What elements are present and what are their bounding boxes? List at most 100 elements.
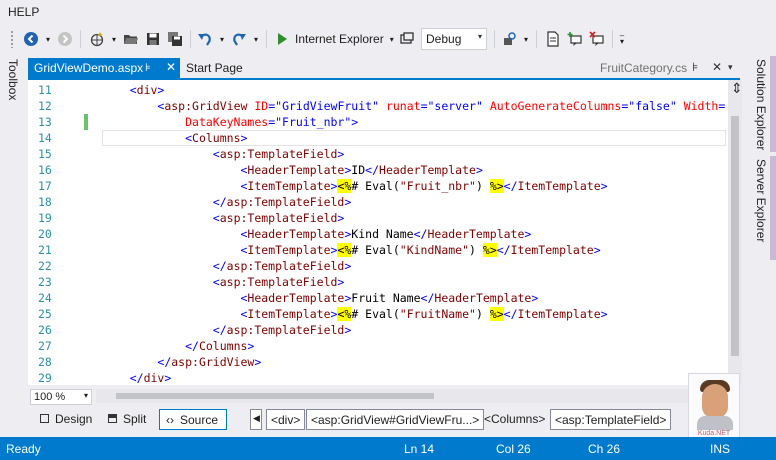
code-line[interactable]: 19 <asp:TemplateField> [28, 210, 728, 226]
code-line[interactable]: 23 <asp:TemplateField> [28, 274, 728, 290]
line-number: 27 [38, 339, 52, 353]
line-number: 24 [38, 291, 52, 305]
line-code[interactable]: </asp:TemplateField> [102, 322, 352, 338]
document-outline-icon[interactable] [542, 28, 564, 50]
status-char: Ch 26 [588, 442, 621, 456]
breadcrumb-columns[interactable]: <Columns> [480, 409, 549, 430]
undo-icon[interactable] [194, 28, 216, 50]
back-dropdown-icon[interactable]: ▾ [42, 28, 54, 50]
vertical-scroll-thumb[interactable] [731, 116, 739, 356]
source-view-button[interactable]: ‹› Source [159, 409, 227, 430]
solution-explorer-tab[interactable]: Solution Explorer [754, 59, 768, 150]
line-code[interactable]: <Columns> [102, 130, 247, 146]
tab-list-dropdown-icon[interactable]: ▾ [728, 62, 733, 73]
line-number: 21 [38, 243, 52, 257]
new-dropdown-icon[interactable]: ▾ [108, 28, 120, 50]
find-dropdown-icon[interactable]: ▾ [520, 28, 532, 50]
code-line[interactable]: 20 <HeaderTemplate>Kind Name</HeaderTemp… [28, 226, 728, 242]
solution-configuration-select[interactable]: Debug ▾ [421, 28, 487, 50]
forward-icon[interactable] [54, 28, 76, 50]
code-line[interactable]: 22 </asp:TemplateField> [28, 258, 728, 274]
solution-explorer-tab-accent [770, 56, 776, 152]
line-code[interactable]: <HeaderTemplate>Kind Name</HeaderTemplat… [102, 226, 531, 242]
line-code[interactable]: </Columns> [102, 338, 254, 354]
code-line[interactable]: 25 <ItemTemplate><%# Eval("FruitName") %… [28, 306, 728, 322]
preview-close-icon[interactable]: ✕ [712, 60, 722, 74]
tab-gridviewdemo[interactable]: GridViewDemo.aspx ⊧ ✕ [28, 58, 180, 79]
code-line[interactable]: 21 <ItemTemplate><%# Eval("KindName") %>… [28, 242, 728, 258]
breadcrumb-div[interactable]: <div> [266, 409, 306, 430]
zoom-select[interactable]: 100 % ▾ [30, 389, 92, 405]
code-line[interactable]: 18 </asp:TemplateField> [28, 194, 728, 210]
breadcrumb-templatefield[interactable]: <asp:TemplateField> [550, 409, 672, 430]
refresh-browser-icon[interactable] [396, 28, 418, 50]
code-line[interactable]: 29 </div> [28, 370, 728, 385]
code-line[interactable]: 11 <div> [28, 82, 728, 98]
line-number: 13 [38, 115, 52, 129]
toolbox-tab[interactable]: Toolbox [6, 59, 20, 100]
line-code[interactable]: <asp:GridView ID="GridViewFruit" runat="… [102, 98, 725, 114]
back-icon[interactable] [20, 28, 42, 50]
vertical-scrollbar[interactable] [728, 80, 742, 385]
tab-fruitcategory-preview[interactable]: FruitCategory.cs [600, 61, 687, 75]
save-icon[interactable] [142, 28, 164, 50]
line-code[interactable]: <HeaderTemplate>Fruit Name</HeaderTempla… [102, 290, 538, 306]
line-code[interactable]: </asp:TemplateField> [102, 258, 352, 274]
code-line[interactable]: 17 <ItemTemplate><%# Eval("Fruit_nbr") %… [28, 178, 728, 194]
horizontal-scrollbar[interactable] [96, 389, 688, 403]
new-comment-icon[interactable] [564, 28, 586, 50]
line-code[interactable]: <asp:TemplateField> [102, 146, 345, 162]
line-code[interactable]: </asp:TemplateField> [102, 194, 352, 210]
horizontal-scroll-thumb[interactable] [116, 393, 434, 399]
open-folder-icon[interactable] [120, 28, 142, 50]
line-number: 29 [38, 371, 52, 385]
line-code[interactable]: <asp:TemplateField> [102, 210, 345, 226]
line-code[interactable]: <asp:TemplateField> [102, 274, 345, 290]
find-in-files-icon[interactable] [498, 28, 520, 50]
close-icon[interactable]: ✕ [166, 60, 176, 74]
line-code[interactable]: <HeaderTemplate>ID</HeaderTemplate> [102, 162, 482, 178]
redo-dropdown-icon[interactable]: ▾ [250, 28, 262, 50]
line-number: 15 [38, 147, 52, 161]
delete-comment-icon[interactable] [586, 28, 608, 50]
new-web-site-icon[interactable] [86, 28, 108, 50]
line-code[interactable]: DataKeyNames="Fruit_nbr"> [102, 114, 358, 130]
line-code[interactable]: </asp:GridView> [102, 354, 261, 370]
code-editor[interactable]: 11 <div> 12 <asp:GridView ID="GridViewFru… [28, 80, 728, 385]
breadcrumb-scroll-left[interactable]: ◀ [250, 409, 262, 430]
save-all-icon[interactable] [164, 28, 186, 50]
separator [494, 30, 495, 48]
line-number: 12 [38, 99, 52, 113]
line-code[interactable]: <ItemTemplate><%# Eval("FruitName") %></… [102, 306, 608, 322]
line-number: 17 [38, 179, 52, 193]
play-icon [278, 33, 287, 45]
redo-icon[interactable] [228, 28, 250, 50]
code-line[interactable]: 15 <asp:TemplateField> [28, 146, 728, 162]
line-code[interactable]: <ItemTemplate><%# Eval("Fruit_nbr") %></… [102, 178, 608, 194]
toolbar-grip[interactable] [10, 30, 14, 48]
breadcrumb-gridview[interactable]: <asp:GridView#GridViewFru...> [306, 409, 485, 430]
server-explorer-tab[interactable]: Server Explorer [754, 159, 768, 242]
line-code[interactable]: <ItemTemplate><%# Eval("KindName") %></I… [102, 242, 601, 258]
source-icon: ‹› [166, 413, 174, 427]
preview-keep-open-icon[interactable]: ⊧ [692, 60, 698, 74]
menu-help[interactable]: HELP [8, 5, 39, 19]
code-line[interactable]: 14 <Columns> [28, 130, 728, 146]
line-code[interactable]: </div> [102, 370, 172, 385]
code-line[interactable]: 26 </asp:TemplateField> [28, 322, 728, 338]
design-view-button[interactable]: Design [34, 409, 98, 430]
line-code[interactable]: <div> [102, 82, 165, 98]
editor-split-handle-icon[interactable]: ⇕ [731, 80, 743, 97]
code-line[interactable]: 27 </Columns> [28, 338, 728, 354]
code-line[interactable]: 16 <HeaderTemplate>ID</HeaderTemplate> [28, 162, 728, 178]
split-view-button[interactable]: Split [102, 409, 152, 430]
toolbar-overflow-icon[interactable]: ‒ ▾ [616, 28, 628, 50]
tab-start-page[interactable]: Start Page [186, 61, 243, 75]
code-line[interactable]: 24 <HeaderTemplate>Fruit Name</HeaderTem… [28, 290, 728, 306]
code-line[interactable]: 13 DataKeyNames="Fruit_nbr"> [28, 114, 728, 130]
code-line[interactable]: 28 </asp:GridView> [28, 354, 728, 370]
code-line[interactable]: 12 <asp:GridView ID="GridViewFruit" runa… [28, 98, 728, 114]
undo-dropdown-icon[interactable]: ▾ [216, 28, 228, 50]
pin-icon[interactable]: ⊧ [145, 61, 151, 74]
start-debugging-button[interactable]: Internet Explorer ▾ [272, 28, 406, 50]
